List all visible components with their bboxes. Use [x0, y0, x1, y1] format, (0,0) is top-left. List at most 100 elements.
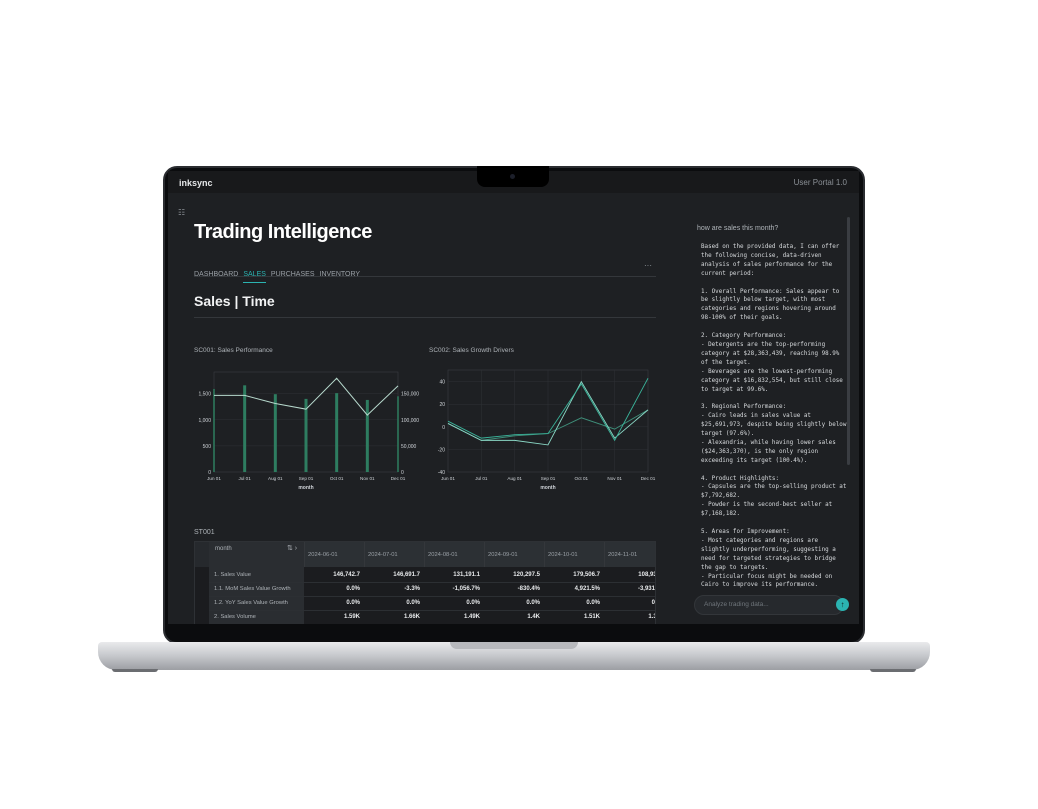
table-cell: -1,056.7%: [452, 586, 480, 592]
table-cell: 0.0%: [526, 600, 540, 606]
table-cell: -3,931.2: [637, 586, 655, 592]
bar: [273, 394, 277, 472]
chart-title-sc002: SC002: Sales Growth Drivers: [429, 347, 514, 354]
bar: [243, 385, 247, 472]
table-cell: 1.49K: [463, 614, 480, 620]
column-header[interactable]: 2024-08-01: [428, 552, 458, 558]
column-header[interactable]: 2024-09-01: [488, 552, 518, 558]
y-tick-label: 40: [439, 380, 445, 386]
table-cell: 0.0%: [406, 600, 420, 606]
y-tick-label-right: 100,000: [401, 418, 419, 424]
laptop-base-groove: [450, 642, 578, 649]
x-tick-label: Jul 01: [475, 476, 488, 481]
x-tick-label: Nov 01: [607, 476, 622, 481]
column-header[interactable]: 2024-06-01: [308, 552, 338, 558]
table-cell: 1.59K: [343, 614, 360, 620]
y-tick-label-left: 1,000: [198, 418, 211, 424]
y-tick-label-right: 150,000: [401, 392, 419, 398]
y-tick-label: 20: [439, 402, 445, 408]
y-tick-label: -20: [438, 447, 445, 453]
y-tick-label-right: 50,000: [401, 444, 417, 450]
pivot-toggle-icon[interactable]: ⇅ ›: [287, 544, 297, 552]
table-cell: 1.51K: [583, 614, 600, 620]
camera-notch: [477, 166, 549, 187]
column-header[interactable]: 2024-11-01: [608, 552, 637, 558]
chat-scrollbar[interactable]: [847, 217, 850, 465]
x-tick-label: Jul 01: [239, 476, 252, 481]
x-axis-label: month: [298, 485, 313, 491]
page-title: Trading Intelligence: [194, 221, 372, 243]
bar: [397, 396, 399, 472]
table-cell: 1.4K: [527, 614, 540, 620]
main-panel: Trading Intelligence DASHBOARD SALES PURCH…: [194, 193, 658, 624]
sales-growth-drivers-chart: -40-2002040Jun 01 Jul 01 Aug 01 Sep 01 Oct 0…: [438, 369, 656, 491]
series-line-sales-value: [213, 377, 399, 416]
bar: [365, 399, 369, 472]
row-header-column: [209, 542, 304, 624]
x-tick-label: Jun 01: [207, 476, 221, 481]
table-cell: 1.66K: [403, 614, 420, 620]
table-cell: 179,506.7: [573, 572, 600, 578]
y-tick-label-left: 500: [203, 444, 212, 450]
table-cell: 4,921.5%: [574, 586, 600, 592]
table-cell: 131,191.1: [453, 572, 480, 578]
y-tick-label: 0: [442, 425, 445, 431]
laptop-mockup: inksync User Portal 1.0 ☷ Trading Intell…: [0, 0, 1038, 809]
x-tick-label: Aug 01: [268, 476, 283, 481]
column-header[interactable]: 2024-10-01: [548, 552, 578, 558]
table-cell: 146,691.7: [393, 572, 420, 578]
table-label: ST001: [194, 529, 215, 536]
table-cell: 120,297.5: [513, 572, 540, 578]
x-axis-label: month: [540, 485, 555, 491]
table-cell: -830.4%: [517, 586, 540, 592]
row-divider: [209, 582, 655, 583]
section-title: Sales | Time: [194, 293, 275, 309]
send-button[interactable]: ↑: [836, 598, 849, 611]
row-label: 1.2. YoY Sales Value Growth: [214, 600, 288, 606]
divider: [194, 317, 656, 318]
bar: [304, 398, 308, 472]
row-label: 1. Sales Value: [214, 572, 251, 578]
table-cell: 1.38: [648, 614, 655, 620]
table-cell: 0.0%: [346, 600, 360, 606]
table-cell: 0.0%: [466, 600, 480, 606]
chat-question: how are sales this month?: [697, 225, 779, 232]
more-options-icon[interactable]: ···: [644, 261, 652, 270]
bar: [213, 388, 215, 472]
brand-logo[interactable]: inksync: [179, 178, 213, 188]
row-label: 1.1. MoM Sales Value Growth: [214, 586, 291, 592]
row-divider: [209, 610, 655, 611]
bar: [335, 393, 339, 472]
tab-inventory[interactable]: INVENTORY: [320, 271, 361, 282]
x-tick-label: Oct 01: [575, 476, 589, 481]
x-tick-label: Jun 01: [441, 476, 455, 481]
screen: inksync User Portal 1.0 ☷ Trading Intell…: [168, 171, 859, 624]
sales-table[interactable]: month ⇅ › 2024-06-01 2024-07-01 2024-08-01…: [194, 541, 656, 624]
tab-sales[interactable]: SALES: [243, 271, 266, 283]
x-tick-label: Nov 01: [360, 476, 375, 481]
table-cell: 146,742.7: [333, 572, 360, 578]
row-divider: [209, 596, 655, 597]
x-tick-label: Sep 01: [299, 476, 314, 481]
x-tick-label: Sep 01: [541, 476, 556, 481]
laptop-foot: [112, 669, 158, 672]
tab-dashboard[interactable]: DASHBOARD: [194, 271, 238, 282]
y-tick-label-left: 1,500: [198, 392, 211, 398]
table-cell: 0.0: [651, 600, 655, 606]
menu-icon[interactable]: ☷: [178, 208, 185, 217]
row-label: 2. Sales Volume: [214, 614, 256, 620]
table-cell: -3.3%: [404, 586, 420, 592]
chat-panel: how are sales this month? Based on the p…: [688, 193, 859, 624]
table-cell: 0.0%: [346, 586, 360, 592]
nav-tabs: DASHBOARD SALES PURCHASES INVENTORY ···: [194, 261, 656, 283]
x-tick-label: Oct 01: [330, 476, 344, 481]
x-tick-label: Dec 01: [391, 476, 406, 481]
table-cell: 0.0%: [586, 600, 600, 606]
tab-purchases[interactable]: PURCHASES: [271, 271, 315, 282]
row-header-title: month: [215, 546, 232, 552]
portal-version: User Portal 1.0: [793, 178, 847, 187]
chat-input[interactable]: Analyze trading data...: [694, 595, 844, 615]
x-tick-label: Aug 01: [507, 476, 522, 481]
column-header[interactable]: 2024-07-01: [368, 552, 398, 558]
sales-performance-chart: 05001,0001,500050,000100,000150,000Jun 0…: [198, 371, 419, 491]
